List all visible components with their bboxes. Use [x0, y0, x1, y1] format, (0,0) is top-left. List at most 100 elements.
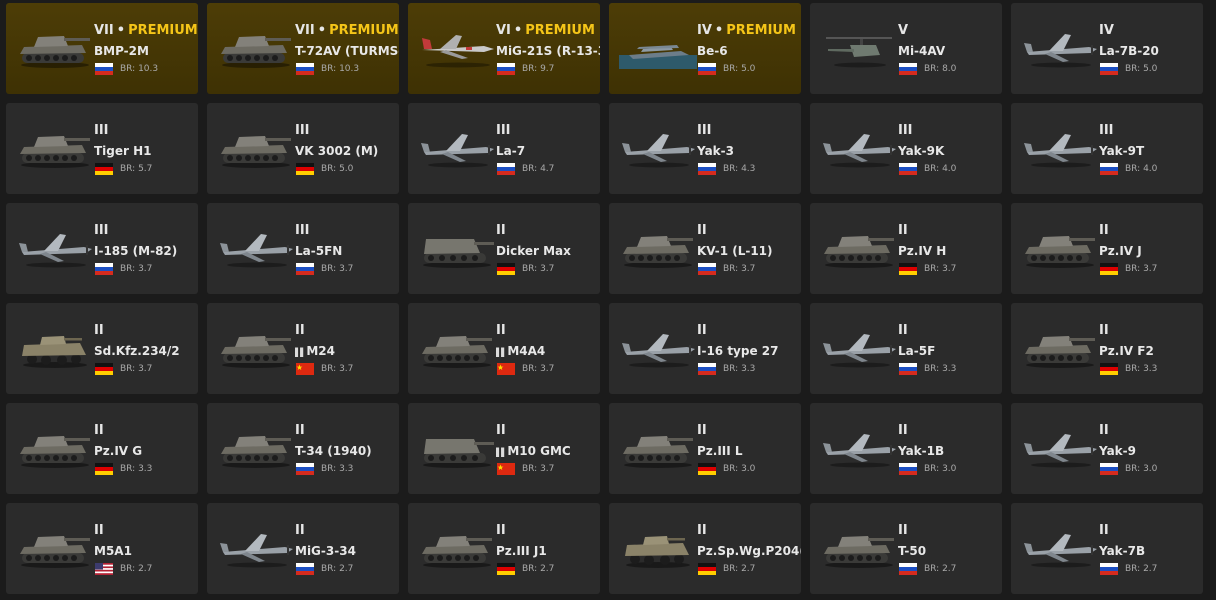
tank-icon: [16, 425, 94, 471]
vehicle-name: Yak-1B: [898, 444, 1002, 458]
flag-ussr-icon: [95, 63, 113, 75]
vehicle-card-7[interactable]: III VK 3002 (M) BR: 5.0: [207, 103, 399, 194]
vehicle-card-6[interactable]: III Tiger H1 BR: 5.7: [6, 103, 198, 194]
vehicle-name-text: M5A1: [94, 544, 132, 558]
tank-icon: [217, 425, 295, 471]
vehicle-name: T-50: [898, 544, 1002, 558]
vehicle-card-30[interactable]: II M5A1 BR: 2.7: [6, 503, 198, 594]
vehicle-card-23[interactable]: II Pz.IV F2 BR: 3.3: [1011, 303, 1203, 394]
vehicle-name-text: I-185 (M-82): [94, 244, 178, 258]
plane-icon: [1021, 25, 1099, 71]
rank-label: VI: [496, 23, 511, 38]
vehicle-card-34[interactable]: II T-50 BR: 2.7: [810, 503, 1002, 594]
vehicle-card-27[interactable]: II Pz.III L BR: 3.0: [609, 403, 801, 494]
battle-rating: BR: 4.3: [723, 164, 755, 174]
vehicle-name: Yak-7B: [1099, 544, 1203, 558]
flag-ussr-icon: [497, 163, 515, 175]
vehicle-card-25[interactable]: II T-34 (1940) BR: 3.3: [207, 403, 399, 494]
vehicle-name: VK 3002 (M): [295, 144, 399, 158]
vehicle-rank: III: [898, 123, 913, 138]
vehicle-rank: II: [898, 523, 908, 538]
vehicle-card-31[interactable]: II MiG-3-34 BR: 2.7: [207, 503, 399, 594]
vehicle-grid: VII • PREMIUM BMP-2M BR: 10.3 VII • PREMIUM …: [6, 3, 1203, 594]
vehicle-rank: III: [1099, 123, 1114, 138]
vehicle-card-26[interactable]: II ▌▌M10 GMC BR: 3.7: [408, 403, 600, 494]
vehicle-card-15[interactable]: II KV-1 (L-11) BR: 3.7: [609, 203, 801, 294]
br-label: BR:: [120, 464, 136, 474]
br-value: 4.0: [1143, 164, 1158, 174]
plane-icon: [1021, 525, 1099, 571]
battle-rating: BR: 3.7: [723, 264, 755, 274]
vehicle-name-text: T-34 (1940): [295, 444, 372, 458]
rank-label: IV: [1099, 23, 1114, 38]
vehicle-card-1[interactable]: VII•PREMIUM T-72AV (TURMS-T) BR: 10.3: [207, 3, 399, 94]
vehicle-name-text: Mi-4AV: [898, 44, 946, 58]
flag-germany-icon: [1100, 363, 1118, 375]
vehicle-name-text: M10 GMC: [507, 444, 571, 458]
vehicle-card-16[interactable]: II Pz.IV H BR: 3.7: [810, 203, 1002, 294]
battle-rating: BR: 3.3: [1125, 364, 1157, 374]
br-label: BR:: [924, 564, 940, 574]
vehicle-card-3[interactable]: IV • PREMIUM Be-6 BR: 5.0: [609, 3, 801, 94]
vehicle-card-24[interactable]: II Pz.IV G BR: 3.3: [6, 403, 198, 494]
vehicle-card-29[interactable]: II Yak-9 BR: 3.0: [1011, 403, 1203, 494]
rank-label: IV: [697, 23, 712, 38]
vehicle-card-2[interactable]: VI•PREMIUM MiG-21S (R-13-300) BR: 9.7: [408, 3, 600, 94]
flag-ussr-icon: [698, 263, 716, 275]
flag-ussr-icon: [296, 463, 314, 475]
vehicle-name-text: Yak-1B: [898, 444, 945, 458]
br-value: 3.3: [138, 464, 153, 474]
vehicle-card-12[interactable]: III I-185 (M-82) BR: 3.7: [6, 203, 198, 294]
china-prefix-icon: ▌▌: [496, 448, 507, 457]
vehicle-card-4[interactable]: V Mi-4AV BR: 8.0: [810, 3, 1002, 94]
vehicle-card-35[interactable]: II Yak-7B BR: 2.7: [1011, 503, 1203, 594]
vehicle-card-33[interactable]: II Pz.Sp.Wg.P204(f) KwK BR: 2.7: [609, 503, 801, 594]
vehicle-card-0[interactable]: VII • PREMIUM BMP-2M BR: 10.3: [6, 3, 198, 94]
rank-label: II: [496, 223, 506, 238]
vehicle-name: La-7: [496, 144, 600, 158]
vehicle-card-18[interactable]: II Sd.Kfz.234/2 BR: 3.7: [6, 303, 198, 394]
rank-label: II: [295, 523, 305, 538]
vehicle-name: Pz.IV F2: [1099, 344, 1203, 358]
flag-germany-icon: [95, 163, 113, 175]
vehicle-name: I-185 (M-82): [94, 244, 198, 258]
rank-label: III: [1099, 123, 1114, 138]
vehicle-card-20[interactable]: II ▌▌M4A4 BR: 3.7: [408, 303, 600, 394]
vehicle-card-22[interactable]: II La-5F BR: 3.3: [810, 303, 1002, 394]
vehicle-name-text: Dicker Max: [496, 244, 571, 258]
vehicle-rank: II: [496, 523, 506, 538]
china-prefix-icon: ▌▌: [295, 348, 306, 357]
battle-rating: BR: 5.0: [321, 164, 353, 174]
vehicle-card-21[interactable]: II I-16 type 27 BR: 3.3: [609, 303, 801, 394]
vehicle-card-8[interactable]: III La-7 BR: 4.7: [408, 103, 600, 194]
br-value: 3.7: [540, 264, 555, 274]
vehicle-card-10[interactable]: III Yak-9K BR: 4.0: [810, 103, 1002, 194]
vehicle-card-13[interactable]: III La-5FN BR: 3.7: [207, 203, 399, 294]
flag-ussr-icon: [698, 363, 716, 375]
br-value: 10.3: [138, 64, 159, 74]
flag-china-icon: [497, 463, 515, 475]
vehicle-card-11[interactable]: III Yak-9T BR: 4.0: [1011, 103, 1203, 194]
vehicle-card-9[interactable]: III Yak-3 BR: 4.3: [609, 103, 801, 194]
tank-icon: [820, 225, 898, 271]
vehicle-card-5[interactable]: IV La-7B-20 BR: 5.0: [1011, 3, 1203, 94]
vehicle-card-19[interactable]: II ▌▌M24 BR: 3.7: [207, 303, 399, 394]
br-label: BR:: [1125, 264, 1141, 274]
br-value: 5.0: [1143, 64, 1158, 74]
helicopter-icon: [820, 25, 898, 71]
vehicle-card-32[interactable]: II Pz.III J1 BR: 2.7: [408, 503, 600, 594]
vehicle-rank: II: [898, 323, 908, 338]
battle-rating: BR: 3.7: [321, 264, 353, 274]
vehicle-name: Mi-4AV: [898, 44, 1002, 58]
battle-rating: BR: 3.7: [522, 464, 554, 474]
br-value: 2.7: [741, 564, 756, 574]
vehicle-card-28[interactable]: II Yak-1B BR: 3.0: [810, 403, 1002, 494]
vehicle-name: La-7B-20: [1099, 44, 1203, 58]
plane-icon: [820, 325, 898, 371]
vehicle-name-text: M24: [306, 344, 335, 358]
br-label: BR:: [522, 464, 538, 474]
vehicle-name-text: VK 3002 (M): [295, 144, 379, 158]
flag-germany-icon: [497, 263, 515, 275]
vehicle-card-17[interactable]: II Pz.IV J BR: 3.7: [1011, 203, 1203, 294]
vehicle-card-14[interactable]: II Dicker Max BR: 3.7: [408, 203, 600, 294]
